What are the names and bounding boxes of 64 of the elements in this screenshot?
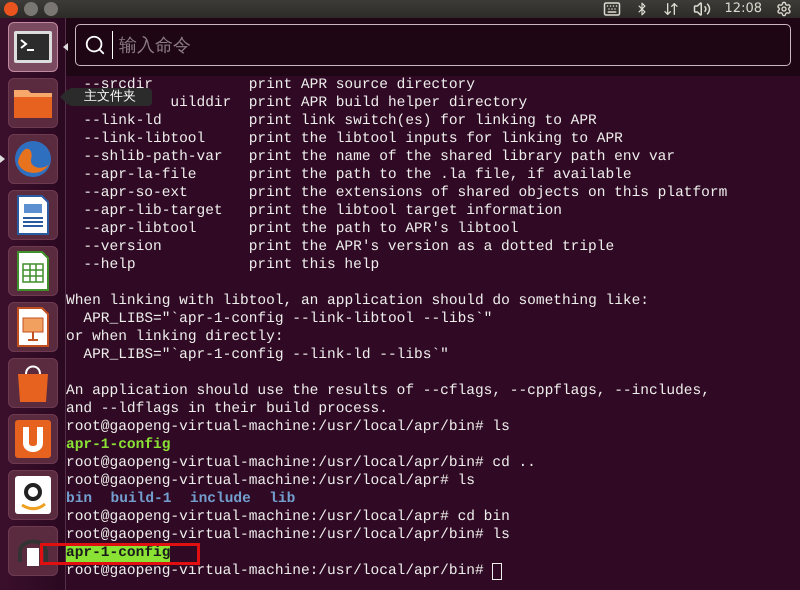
terminal-line: root@gaopeng-virtual-machine:/usr/local/apr# cd bin [66, 508, 511, 526]
option-name: --link-ld [83, 112, 163, 130]
spreadsheet-icon [16, 250, 50, 292]
text-cursor [112, 31, 113, 59]
settings-icon[interactable] [776, 1, 792, 17]
terminal-line: root@gaopeng-virtual-machine:/usr/local/apr/bin# cd .. [66, 454, 537, 472]
option-description: print this help [248, 256, 380, 274]
option-description: print the libtool target information [248, 202, 562, 220]
terminal-line: and --ldflags in their build process. [66, 400, 389, 418]
option-description: print link switch(es) for linking to APR [248, 112, 597, 130]
terminal-line: An application should use the results of --cflags, --cppflags, --includes, [66, 382, 711, 400]
option-name: --shlib-path-var [83, 148, 224, 166]
launcher-item[interactable] [8, 190, 58, 240]
document-icon [16, 194, 50, 236]
launcher-item[interactable] [8, 22, 58, 72]
terminal-line: or when linking directly: [66, 328, 285, 346]
clock[interactable]: 12:08 [724, 0, 762, 19]
terminal-line: root@gaopeng-virtual-machine:/usr/local/apr# ls [66, 472, 476, 490]
minimize-button[interactable] [24, 2, 38, 16]
option-name: --apr-lib-target [83, 202, 224, 220]
keyboard-icon[interactable] [602, 0, 621, 18]
search-input[interactable]: 输入命令 [119, 32, 782, 58]
text-cursor [492, 562, 502, 580]
launcher-item[interactable] [8, 302, 58, 352]
terminal-icon [12, 30, 52, 64]
option-name: --apr-libtool [83, 220, 198, 238]
option-description: print the libtool inputs for linking to APR [248, 130, 623, 148]
terminal-line: APR_LIBS="`apr-1-config --link-libtool --libs`" [82, 310, 494, 328]
option-description: print the APR's version as a dotted triple [248, 238, 614, 256]
launcher-item[interactable] [8, 414, 58, 464]
file-name: lib [269, 490, 296, 508]
file-name: apr-1-config [66, 436, 170, 454]
option-name: uilddir [170, 94, 232, 112]
file-name: build-1 [110, 490, 172, 508]
presentation-icon [16, 306, 50, 348]
terminal-line: When linking with libtool, an application should do something like: [66, 292, 650, 310]
network-icon[interactable] [662, 1, 679, 17]
file-name: bin [66, 490, 92, 508]
letter-u-icon [14, 419, 52, 459]
launcher-item[interactable] [8, 526, 58, 576]
option-description: print the extensions of shared objects on this platform [248, 184, 728, 202]
terminal-line: root@gaopeng-virtual-machine:/usr/local/apr/bin# ls [66, 418, 511, 436]
file-name: include [190, 490, 251, 508]
maximize-button[interactable] [44, 2, 58, 16]
search-bar[interactable]: 输入命令 [75, 24, 791, 66]
option-name: --version [83, 238, 163, 256]
option-description: print APR source directory [248, 76, 475, 94]
option-description: print the path to the .la file, if available [248, 166, 632, 184]
launcher-item[interactable] [8, 246, 58, 296]
option-description: print APR build helper directory [248, 94, 528, 112]
close-button[interactable] [4, 2, 18, 16]
option-name: --apr-so-ext [83, 184, 189, 202]
volume-icon[interactable] [692, 0, 711, 18]
option-name: --link-libtool [83, 130, 206, 148]
launcher-item[interactable] [8, 78, 58, 128]
option-name: --apr-la-file [83, 166, 198, 184]
terminal-line: APR_LIBS="`apr-1-config --link-ld --libs`" [82, 346, 450, 364]
search-icon [84, 34, 106, 56]
launcher-item[interactable] [8, 470, 58, 520]
terminal-prompt: root@gaopeng-virtual-machine:/usr/local/apr/bin# [66, 562, 485, 580]
terminal-line: root@gaopeng-virtual-machine:/usr/local/apr/bin# ls [66, 526, 511, 544]
option-description: print the name of the shared library path env var [248, 148, 676, 166]
option-description: print the path to APR's libtool [248, 220, 518, 238]
option-name: --help [83, 256, 137, 274]
